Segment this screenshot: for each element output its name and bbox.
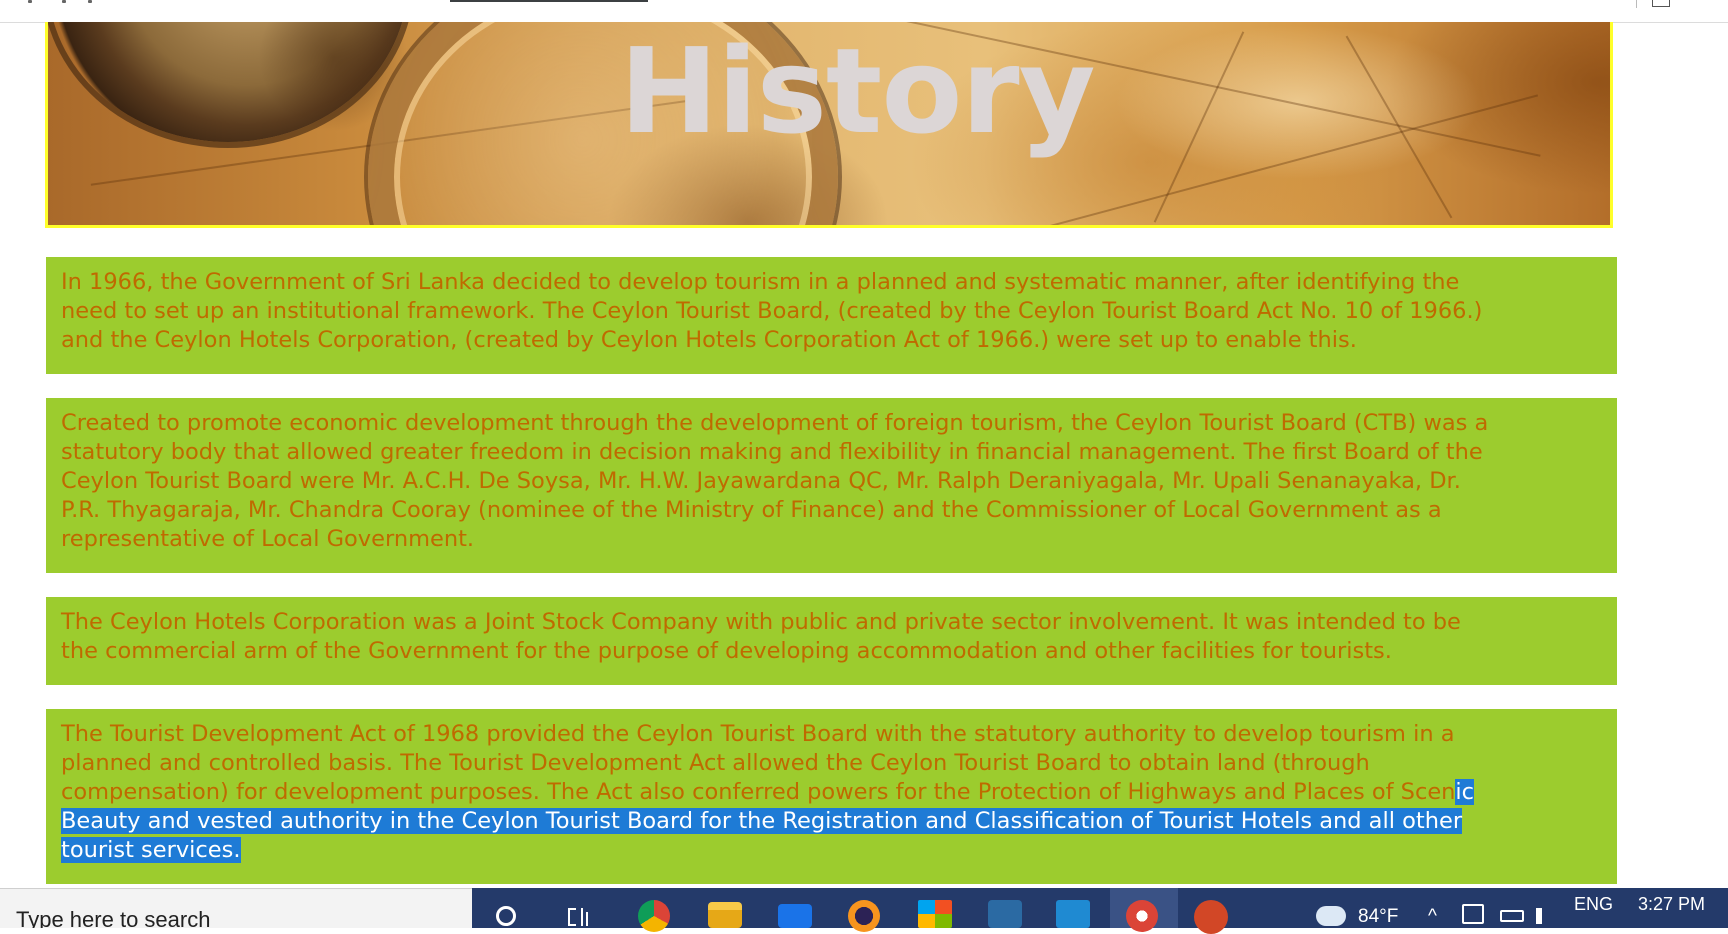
input-language[interactable]: ENG — [1574, 894, 1613, 915]
toolbar-separator — [1636, 0, 1637, 8]
paragraph-line: and the Ceylon Hotels Corporation, (crea… — [61, 327, 1357, 353]
cortana-icon[interactable] — [496, 906, 516, 926]
paragraph-line: Beauty and vested authority in the Ceylo… — [61, 807, 1601, 836]
task-view-icon[interactable] — [566, 906, 590, 928]
paragraph-line: Created to promote economic development … — [61, 410, 1489, 436]
cropped-text-fragment — [28, 0, 98, 3]
history-paragraph-1: In 1966, the Government of Sri Lanka dec… — [46, 257, 1617, 374]
paragraph-line: The Ceylon Hotels Corporation was a Join… — [61, 609, 1461, 635]
network-icon[interactable] — [1462, 904, 1484, 924]
paragraph-line: compensation) for development purposes. … — [61, 778, 1601, 807]
paragraph-line: the commercial arm of the Government for… — [61, 638, 1392, 664]
browser-top-strip — [0, 0, 1728, 23]
search-placeholder: Type here to search — [16, 907, 211, 928]
battery-icon[interactable] — [1500, 910, 1524, 922]
paragraph-line: representative of Local Government. — [61, 526, 475, 552]
history-paragraph-3: The Ceylon Hotels Corporation was a Join… — [46, 597, 1617, 685]
paragraph-line: In 1966, the Government of Sri Lanka dec… — [61, 269, 1460, 295]
powerpoint-icon[interactable] — [1194, 900, 1228, 934]
selected-text: tourist services. — [61, 837, 241, 863]
paragraph-line: The Tourist Development Act of 1968 prov… — [61, 721, 1455, 747]
paragraph-line: Ceylon Tourist Board were Mr. A.C.H. De … — [61, 468, 1461, 494]
weather-icon[interactable] — [1316, 906, 1346, 926]
chrome-icon[interactable] — [638, 900, 670, 932]
page-title: History — [619, 22, 1095, 160]
link-underline[interactable] — [450, 0, 648, 2]
eclipse-icon[interactable] — [848, 900, 880, 932]
office-apps-icon[interactable] — [918, 900, 952, 928]
paragraph-line: tourist services. — [61, 836, 1601, 865]
paragraph-line: planned and controlled basis. The Touris… — [61, 750, 1370, 776]
paragraph-line: P.R. Thyagaraja, Mr. Chandra Cooray (nom… — [61, 497, 1442, 523]
taskbar-search-input[interactable]: Type here to search — [0, 888, 472, 928]
selected-text: ic — [1455, 779, 1475, 805]
chrome-active-icon[interactable] — [1126, 900, 1158, 932]
weather-temperature[interactable]: 84°F — [1358, 906, 1398, 928]
selected-text: Beauty and vested authority in the Ceylo… — [61, 808, 1463, 834]
mail-icon[interactable] — [778, 904, 812, 928]
window-restore-icon[interactable] — [1652, 0, 1670, 7]
history-banner: History — [45, 22, 1613, 228]
taskbar: Type here to search 84°F ^ ENG 3:27 PM — [0, 888, 1728, 934]
history-paragraph-4: The Tourist Development Act of 1968 prov… — [46, 709, 1617, 884]
paragraph-text: compensation) for development purposes. … — [61, 779, 1456, 805]
vscode-icon[interactable] — [1056, 900, 1090, 928]
paragraph-line: need to set up an institutional framewor… — [61, 298, 1483, 324]
paragraph-line: statutory body that allowed greater free… — [61, 439, 1483, 465]
history-paragraph-2: Created to promote economic development … — [46, 398, 1617, 573]
clock-time[interactable]: 3:27 PM — [1638, 894, 1705, 915]
file-explorer-icon[interactable] — [708, 902, 742, 928]
show-hidden-icons-chevron-icon[interactable]: ^ — [1428, 906, 1437, 928]
volume-icon[interactable] — [1536, 908, 1554, 924]
mysql-workbench-icon[interactable] — [988, 900, 1022, 928]
